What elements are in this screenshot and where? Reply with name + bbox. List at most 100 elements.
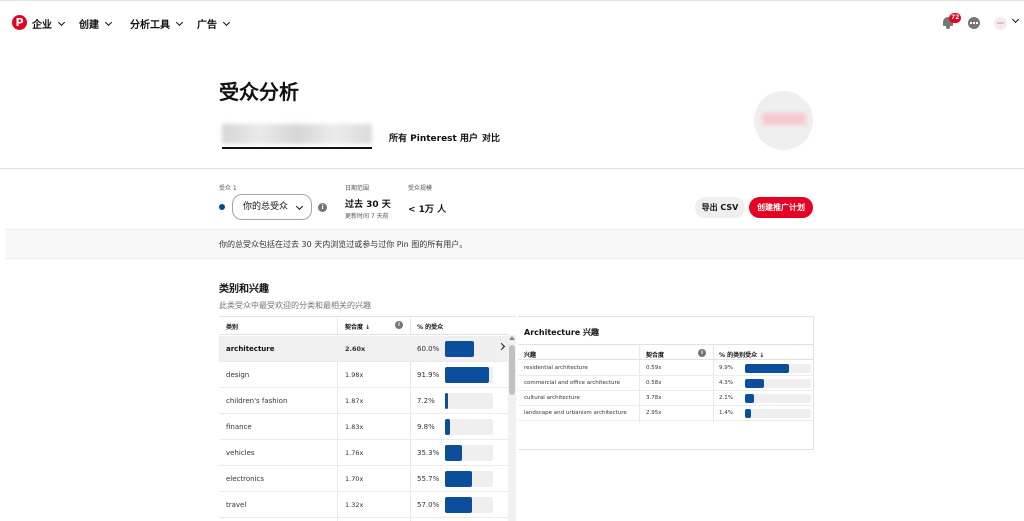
col-category: 类别 bbox=[226, 324, 239, 331]
percent-bar bbox=[445, 445, 493, 461]
tab-all-pinterest-users[interactable]: 所有 Pinterest 用户 bbox=[389, 131, 478, 144]
list-item[interactable]: cultural architecture 3.78x 2.1% bbox=[518, 391, 814, 406]
chevron-right-icon[interactable] bbox=[497, 342, 506, 351]
interest-name: cultural architecture bbox=[524, 395, 580, 401]
audience-color-dot bbox=[219, 204, 225, 210]
percent-bar-fill bbox=[445, 341, 474, 357]
percent-bar bbox=[745, 409, 811, 418]
list-item[interactable]: landscape and urbanism architecture 2.95x… bbox=[518, 406, 814, 421]
interest-panel: Architecture 兴趣 兴趣 契合度 i % 的类别受众 ↓ resid… bbox=[518, 316, 814, 450]
notification-count-badge: 72 bbox=[949, 13, 962, 23]
export-csv-button[interactable]: 导出 CSV bbox=[695, 197, 745, 218]
divider bbox=[0, 168, 1024, 169]
interest-name: commercial and office architecture bbox=[524, 380, 621, 386]
account-chevron-down-icon[interactable] bbox=[1011, 15, 1020, 24]
percent-bar bbox=[745, 364, 811, 373]
chevron-down-icon bbox=[222, 18, 231, 26]
create-campaign-button[interactable]: 创建推广计划 bbox=[749, 197, 813, 218]
audience-label: 受众 1 bbox=[219, 185, 237, 192]
nav-ads[interactable]: 广告 bbox=[197, 16, 231, 31]
table-row[interactable]: travel 1.32x 57.0% bbox=[219, 492, 508, 518]
audience-size-label: 受众规模 bbox=[408, 185, 433, 192]
percent-bar-fill bbox=[445, 445, 462, 461]
percent-bar bbox=[445, 367, 493, 383]
percent-bar-fill bbox=[745, 409, 752, 418]
interest-panel-title: Architecture 兴趣 bbox=[524, 328, 599, 337]
category-affinity: 1.76x bbox=[345, 449, 364, 457]
top-nav: P 企业 创建 分析工具 广告 72 bbox=[0, 0, 1024, 44]
category-affinity: 2.60x bbox=[345, 345, 366, 353]
category-affinity: 1.98x bbox=[345, 371, 364, 379]
interest-affinity: 2.95x bbox=[646, 410, 662, 416]
interest-affinity: 3.78x bbox=[646, 395, 662, 401]
table-row[interactable]: finance 1.83x 9.8% bbox=[219, 414, 508, 440]
tab-compare[interactable]: 对比 bbox=[482, 131, 500, 144]
nav-business-label: 企业 bbox=[32, 20, 52, 31]
table-row[interactable]: design 1.98x 91.9% bbox=[219, 362, 508, 388]
interest-affinity: 0.59x bbox=[646, 365, 662, 371]
nav-analytics[interactable]: 分析工具 bbox=[130, 16, 184, 31]
table-row[interactable]: children's fashion 1.87x 7.2% bbox=[219, 388, 508, 414]
percent-bar bbox=[445, 341, 493, 357]
table-row[interactable]: electronics 1.70x 55.7% bbox=[219, 466, 508, 492]
chevron-down-icon bbox=[104, 18, 113, 26]
table-row[interactable]: architecture 2.60x 60.0% bbox=[219, 336, 508, 362]
category-name: finance bbox=[226, 423, 252, 431]
category-name: electronics bbox=[226, 475, 265, 483]
list-item[interactable]: commercial and office architecture 0.58x 4… bbox=[518, 376, 814, 391]
info-icon[interactable]: i bbox=[318, 203, 327, 212]
scrollbar-thumb[interactable] bbox=[509, 345, 515, 395]
category-percent: 55.7% bbox=[417, 475, 440, 483]
interest-name: residential architecture bbox=[524, 365, 588, 371]
info-banner: 你的总受众包括在过去 30 天内浏览过或参与过你 Pin 图的所有用户。 bbox=[5, 229, 1024, 259]
col-interest-percent[interactable]: % 的类别受众 ↓ bbox=[719, 350, 764, 359]
date-range-value[interactable]: 过去 30 天 bbox=[345, 197, 391, 210]
category-name: design bbox=[226, 371, 250, 379]
percent-bar bbox=[445, 497, 493, 513]
chevron-down-icon bbox=[175, 18, 184, 26]
interest-percent: 4.3% bbox=[719, 380, 733, 386]
chevron-down-icon bbox=[295, 202, 304, 211]
section-title: 类别和兴趣 bbox=[219, 284, 269, 295]
category-percent: 60.0% bbox=[417, 345, 440, 353]
nav-analytics-label: 分析工具 bbox=[130, 20, 170, 31]
category-table: 类别 契合度 ↓ i % 的受众 architecture 2.60x 60.0% d… bbox=[219, 316, 516, 521]
messages-icon[interactable] bbox=[968, 17, 980, 29]
col-interest-affinity: 契合度 bbox=[646, 352, 665, 359]
audience-select[interactable]: 你的总受众 bbox=[232, 194, 312, 220]
profile-avatar bbox=[754, 91, 813, 150]
list-item[interactable]: residential architecture 0.59x 9.9% bbox=[518, 361, 814, 376]
info-icon[interactable]: i bbox=[395, 321, 403, 329]
percent-bar-fill bbox=[445, 367, 490, 383]
category-percent: 91.9% bbox=[417, 371, 440, 379]
percent-bar-fill bbox=[745, 364, 789, 373]
interest-affinity: 0.58x bbox=[646, 380, 662, 386]
percent-bar-fill bbox=[445, 497, 473, 513]
account-avatar[interactable] bbox=[994, 17, 1007, 30]
interest-percent: 1.4% bbox=[719, 410, 733, 416]
category-table-header: 类别 契合度 ↓ i % 的受众 bbox=[219, 317, 508, 335]
percent-bar bbox=[445, 471, 493, 487]
pinterest-logo-icon[interactable]: P bbox=[12, 15, 27, 30]
col-affinity-sort[interactable]: 契合度 ↓ bbox=[345, 322, 370, 331]
account-tab-redacted[interactable] bbox=[222, 124, 372, 144]
category-affinity: 1.83x bbox=[345, 423, 364, 431]
chevron-down-icon bbox=[57, 18, 66, 26]
section-subtitle: 此类受众中最受欢迎的分类和最相关的兴趣 bbox=[219, 301, 371, 310]
table-row[interactable]: vehicles 1.76x 35.3% bbox=[219, 440, 508, 466]
category-name: vehicles bbox=[226, 449, 255, 457]
category-affinity: 1.87x bbox=[345, 397, 364, 405]
percent-bar bbox=[745, 394, 811, 403]
nav-ads-label: 广告 bbox=[197, 20, 217, 31]
active-tab-underline bbox=[222, 147, 372, 149]
nav-create[interactable]: 创建 bbox=[79, 16, 113, 31]
nav-business[interactable]: 企业 bbox=[32, 16, 66, 31]
percent-bar-fill bbox=[445, 471, 472, 487]
nav-create-label: 创建 bbox=[79, 20, 99, 31]
percent-bar-fill bbox=[445, 393, 449, 409]
percent-bar bbox=[745, 379, 811, 388]
info-icon[interactable]: i bbox=[698, 349, 706, 357]
col-percent: % 的受众 bbox=[417, 324, 444, 331]
scroll-up-arrow-icon[interactable] bbox=[509, 336, 515, 340]
col-interest: 兴趣 bbox=[524, 352, 537, 359]
